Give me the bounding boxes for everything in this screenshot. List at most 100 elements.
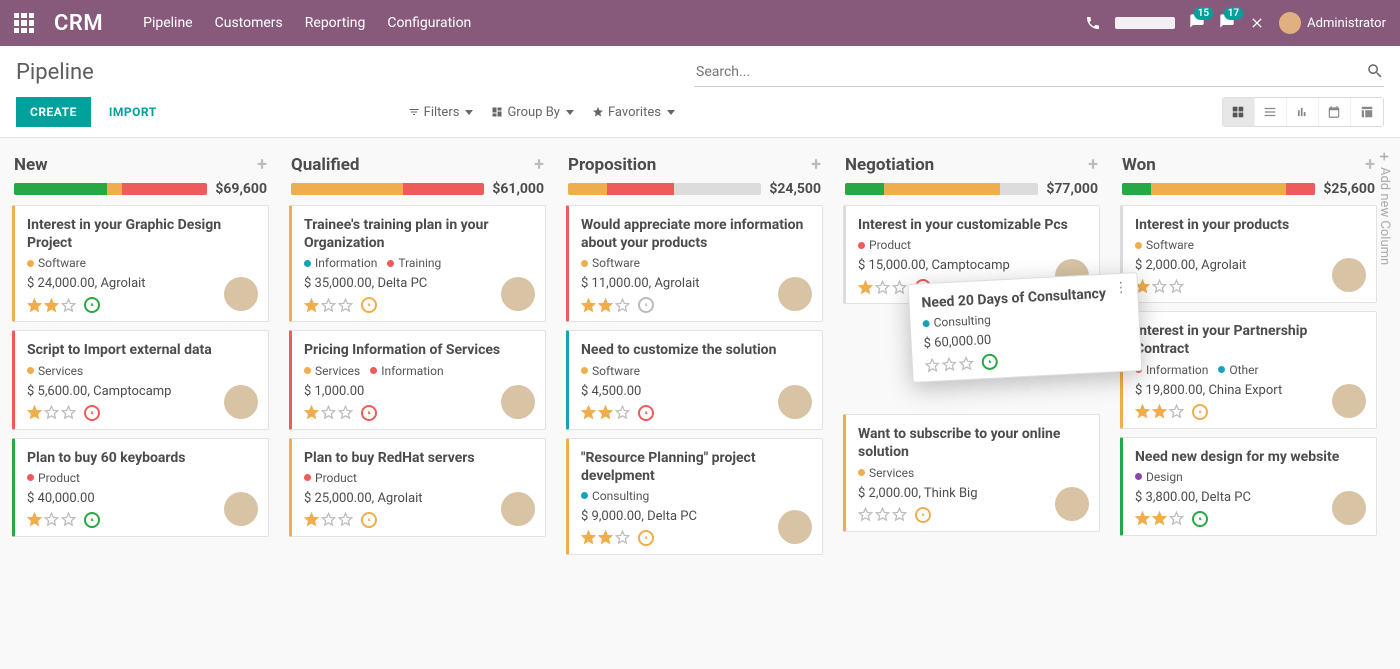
- card-tags: InformationTraining: [304, 256, 533, 270]
- add-column-button[interactable]: +Add new Column: [1375, 152, 1394, 265]
- assignee-avatar[interactable]: [224, 385, 258, 419]
- card-title: Interest in your Partnership Contract: [1135, 322, 1364, 358]
- activity-icon[interactable]: [84, 512, 100, 528]
- priority-stars[interactable]: [27, 298, 76, 313]
- assignee-avatar[interactable]: [1055, 487, 1089, 521]
- priority-stars[interactable]: [1135, 279, 1184, 294]
- column-add-icon[interactable]: +: [257, 154, 267, 175]
- close-icon[interactable]: [1249, 15, 1265, 31]
- kanban-card[interactable]: Trainee's training plan in your Organiza…: [289, 205, 546, 322]
- card-amount: $ 24,000.00, Agrolait: [27, 276, 256, 291]
- card-tags: Services: [858, 466, 1087, 480]
- priority-stars[interactable]: [304, 405, 353, 420]
- card-tag: Consulting: [922, 313, 991, 331]
- column-add-icon[interactable]: +: [534, 154, 544, 175]
- card-footer: [1135, 404, 1364, 420]
- activity-icon[interactable]: [638, 405, 654, 421]
- activity-icon[interactable]: [915, 507, 931, 523]
- kanban-card[interactable]: Want to subscribe to your online solutio…: [843, 414, 1100, 531]
- column-add-icon[interactable]: +: [1365, 154, 1375, 175]
- kanban-column: Proposition + $24,500 Would appreciate m…: [562, 152, 827, 563]
- search-icon[interactable]: [1366, 62, 1384, 80]
- activities-count: 17: [1224, 7, 1243, 20]
- kanban-card[interactable]: Plan to buy RedHat servers Product $ 25,…: [289, 438, 546, 537]
- assignee-avatar[interactable]: [501, 385, 535, 419]
- card-tag: Other: [1218, 363, 1258, 377]
- nav-link-reporting[interactable]: Reporting: [305, 15, 366, 31]
- nav-right: 15 17 Administrator: [1085, 12, 1386, 34]
- apps-icon[interactable]: [14, 13, 34, 33]
- activity-icon[interactable]: [1192, 511, 1208, 527]
- priority-stars[interactable]: [27, 405, 76, 420]
- priority-stars[interactable]: [581, 530, 630, 545]
- create-button[interactable]: CREATE: [16, 97, 91, 127]
- nav-link-customers[interactable]: Customers: [215, 15, 283, 31]
- messages-icon[interactable]: 15: [1189, 13, 1205, 33]
- activity-icon[interactable]: [638, 530, 654, 546]
- activity-icon[interactable]: [84, 405, 100, 421]
- assignee-avatar[interactable]: [224, 492, 258, 526]
- pivot-view-icon[interactable]: [1351, 98, 1383, 126]
- assignee-avatar[interactable]: [1332, 258, 1366, 292]
- graph-view-icon[interactable]: [1287, 98, 1319, 126]
- card-tag: Product: [304, 471, 357, 485]
- top-nav: CRM Pipeline Customers Reporting Configu…: [0, 0, 1400, 46]
- kanban-card[interactable]: Script to Import external data Services …: [12, 330, 269, 429]
- priority-stars[interactable]: [27, 512, 76, 527]
- list-view-icon[interactable]: [1255, 98, 1287, 126]
- kanban-card[interactable]: Plan to buy 60 keyboards Product $ 40,00…: [12, 438, 269, 537]
- activity-icon[interactable]: [361, 405, 377, 421]
- favorites-button[interactable]: Favorites: [592, 105, 675, 120]
- priority-stars[interactable]: [1135, 511, 1184, 526]
- trial-progress[interactable]: [1115, 17, 1175, 29]
- activity-icon[interactable]: [981, 354, 998, 371]
- card-amount: $ 19,800.00, China Export: [1135, 383, 1364, 398]
- assignee-avatar[interactable]: [778, 510, 812, 544]
- kanban-card[interactable]: Would appreciate more information about …: [566, 205, 823, 322]
- card-tag: Design: [1135, 470, 1183, 484]
- search-input[interactable]: [694, 58, 1384, 87]
- kanban-card[interactable]: Interest in your products Software $ 2,0…: [1120, 205, 1377, 303]
- activity-icon[interactable]: [84, 297, 100, 313]
- card-menu-icon[interactable]: ⋮: [1114, 280, 1130, 297]
- user-menu[interactable]: Administrator: [1279, 12, 1386, 34]
- priority-stars[interactable]: [858, 507, 907, 522]
- kanban-view-icon[interactable]: [1223, 98, 1255, 126]
- column-add-icon[interactable]: +: [811, 154, 821, 175]
- priority-stars[interactable]: [304, 298, 353, 313]
- card-title: Script to Import external data: [27, 341, 256, 359]
- kanban-card[interactable]: Interest in your Partnership Contract In…: [1120, 311, 1377, 428]
- priority-stars[interactable]: [1135, 404, 1184, 419]
- filters-button[interactable]: Filters: [408, 105, 474, 120]
- kanban-card[interactable]: Pricing Information of Services Services…: [289, 330, 546, 429]
- activity-icon[interactable]: [1192, 404, 1208, 420]
- nav-link-configuration[interactable]: Configuration: [387, 15, 471, 31]
- calendar-view-icon[interactable]: [1319, 98, 1351, 126]
- column-add-icon[interactable]: +: [1088, 154, 1098, 175]
- priority-stars[interactable]: [858, 280, 907, 295]
- priority-stars[interactable]: [581, 298, 630, 313]
- priority-stars[interactable]: [581, 405, 630, 420]
- activity-icon[interactable]: [361, 297, 377, 313]
- kanban-card[interactable]: Interest in your Graphic Design Project …: [12, 205, 269, 322]
- card-amount: $ 4,500.00: [581, 384, 810, 399]
- assignee-avatar[interactable]: [1332, 491, 1366, 525]
- assignee-avatar[interactable]: [778, 385, 812, 419]
- activity-icon[interactable]: [361, 512, 377, 528]
- priority-stars[interactable]: [304, 512, 353, 527]
- dragging-card[interactable]: ⋮ Need 20 Days of Consultancy Consulting…: [908, 272, 1143, 383]
- card-footer: [1135, 511, 1364, 527]
- assignee-avatar[interactable]: [1332, 384, 1366, 418]
- priority-stars[interactable]: [924, 355, 974, 373]
- groupby-button[interactable]: Group By: [491, 105, 574, 120]
- import-button[interactable]: IMPORT: [95, 97, 171, 127]
- activities-icon[interactable]: 17: [1219, 13, 1235, 33]
- activity-icon[interactable]: [638, 297, 654, 313]
- phone-icon[interactable]: [1085, 15, 1101, 31]
- nav-link-pipeline[interactable]: Pipeline: [143, 15, 193, 31]
- kanban-card[interactable]: "Resource Planning" project develpment C…: [566, 438, 823, 555]
- assignee-avatar[interactable]: [501, 492, 535, 526]
- kanban-card[interactable]: Need new design for my website Design $ …: [1120, 437, 1377, 536]
- kanban-card[interactable]: Need to customize the solution Software …: [566, 330, 823, 429]
- card-amount: $ 9,000.00, Delta PC: [581, 509, 810, 524]
